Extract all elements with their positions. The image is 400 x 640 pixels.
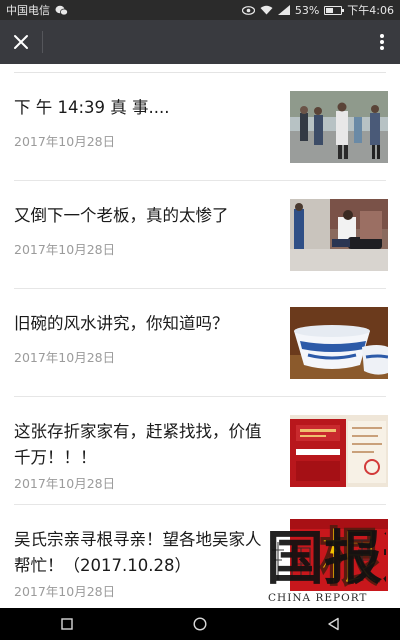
battery-percent: 53% — [294, 3, 320, 17]
article-date: 2017年10月28日 — [14, 476, 116, 491]
thumbnail-calligraphy: 根 — [319, 521, 381, 591]
home-button[interactable] — [170, 608, 230, 640]
close-icon — [14, 35, 28, 49]
signal-icon — [277, 5, 290, 15]
android-nav-bar — [0, 608, 400, 640]
wifi-icon — [260, 5, 273, 15]
article-title: 旧碗的风水讲究，你知道吗？ — [14, 314, 229, 333]
top-bar — [0, 20, 400, 64]
article-title: 这张存折家家有，赶紧找找，价值千万！！！ — [14, 422, 262, 467]
battery-fill — [326, 7, 334, 13]
list-item[interactable]: 旧碗的风水讲究，你知道吗？ 2017年10月28日 — [0, 289, 400, 397]
article-date: 2017年10月28日 — [14, 350, 116, 365]
list-item[interactable]: 这张存折家家有，赶紧找找，价值千万！！！ 2017年10月28日 — [0, 397, 400, 505]
watermark-text: CHINA REPORT — [268, 592, 368, 604]
battery-icon — [324, 5, 345, 15]
article-thumbnail — [290, 307, 388, 379]
article-title: 下 午 14:39 真 事.... — [14, 98, 170, 117]
article-thumbnail — [290, 199, 388, 271]
home-icon — [193, 617, 207, 631]
article-thumbnail: 根 — [290, 519, 388, 591]
article-thumbnail — [290, 91, 388, 163]
article-thumbnail — [290, 415, 388, 487]
more-vertical-icon — [380, 34, 384, 50]
top-bar-divider — [42, 31, 43, 53]
article-list: 下 午 14:39 真 事.... 2017年10月28日 又倒下一个老板，真的… — [0, 64, 400, 608]
article-date: 2017年10月28日 — [14, 584, 116, 599]
more-menu-button[interactable] — [364, 20, 400, 64]
list-item[interactable]: 又倒下一个老板，真的太惨了 2017年10月28日 — [0, 181, 400, 289]
article-date: 2017年10月28日 — [14, 242, 116, 257]
close-button[interactable] — [0, 20, 42, 64]
article-title: 又倒下一个老板，真的太惨了 — [14, 206, 229, 225]
list-item[interactable]: 下 午 14:39 真 事.... 2017年10月28日 — [0, 73, 400, 181]
eye-icon — [241, 5, 255, 15]
back-icon — [328, 617, 339, 631]
back-button[interactable] — [303, 608, 363, 640]
wechat-icon — [55, 5, 68, 16]
recent-apps-icon — [60, 618, 73, 630]
carrier-label: 中国电信 — [6, 4, 50, 17]
recent-apps-button[interactable] — [37, 608, 97, 640]
article-date: 2017年10月28日 — [14, 134, 116, 149]
clock: 下午4:06 — [347, 4, 394, 17]
article-title: 吴氏宗亲寻根寻亲！望各地吴家人帮忙！（2017.10.28） — [14, 530, 262, 575]
status-bar: 中国电信 53% 下午4:06 — [0, 0, 400, 20]
